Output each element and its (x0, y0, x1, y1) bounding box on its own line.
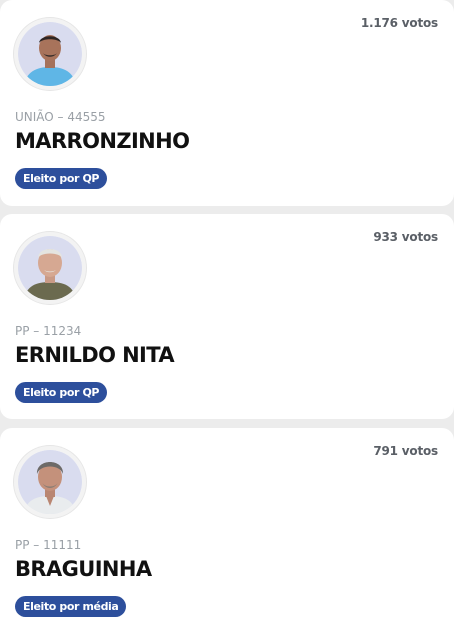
candidate-name: ERNILDO NITA (15, 343, 175, 367)
status-badge: Eleito por média (15, 596, 127, 617)
party-number: PP – 11111 (15, 538, 82, 552)
party-number: PP – 11234 (15, 324, 82, 338)
vote-count: 1.176 votos (360, 16, 438, 30)
party-number: UNIÃO – 44555 (15, 110, 106, 124)
candidate-name: BRAGUINHA (15, 557, 152, 581)
candidate-name: MARRONZINHO (15, 129, 190, 153)
status-badge: Eleito por QP (15, 382, 108, 403)
person-photo-icon (18, 450, 82, 514)
candidate-avatar (14, 18, 86, 90)
candidate-avatar (14, 446, 86, 518)
candidate-card[interactable]: 791 votos PP – 11111 BRAGUINHA Eleito po… (0, 428, 454, 631)
candidate-card[interactable]: 1.176 votos UNIÃO – 44555 MARRONZINHO El… (0, 0, 454, 206)
vote-count: 791 votos (373, 444, 438, 458)
candidate-card[interactable]: 933 votos PP – 11234 ERNILDO NITA Eleito… (0, 214, 454, 419)
status-badge: Eleito por QP (15, 168, 108, 189)
candidate-avatar (14, 232, 86, 304)
person-photo-icon (18, 236, 82, 300)
candidate-list: 1.176 votos UNIÃO – 44555 MARRONZINHO El… (0, 0, 454, 631)
person-photo-icon (18, 22, 82, 86)
vote-count: 933 votos (373, 230, 438, 244)
